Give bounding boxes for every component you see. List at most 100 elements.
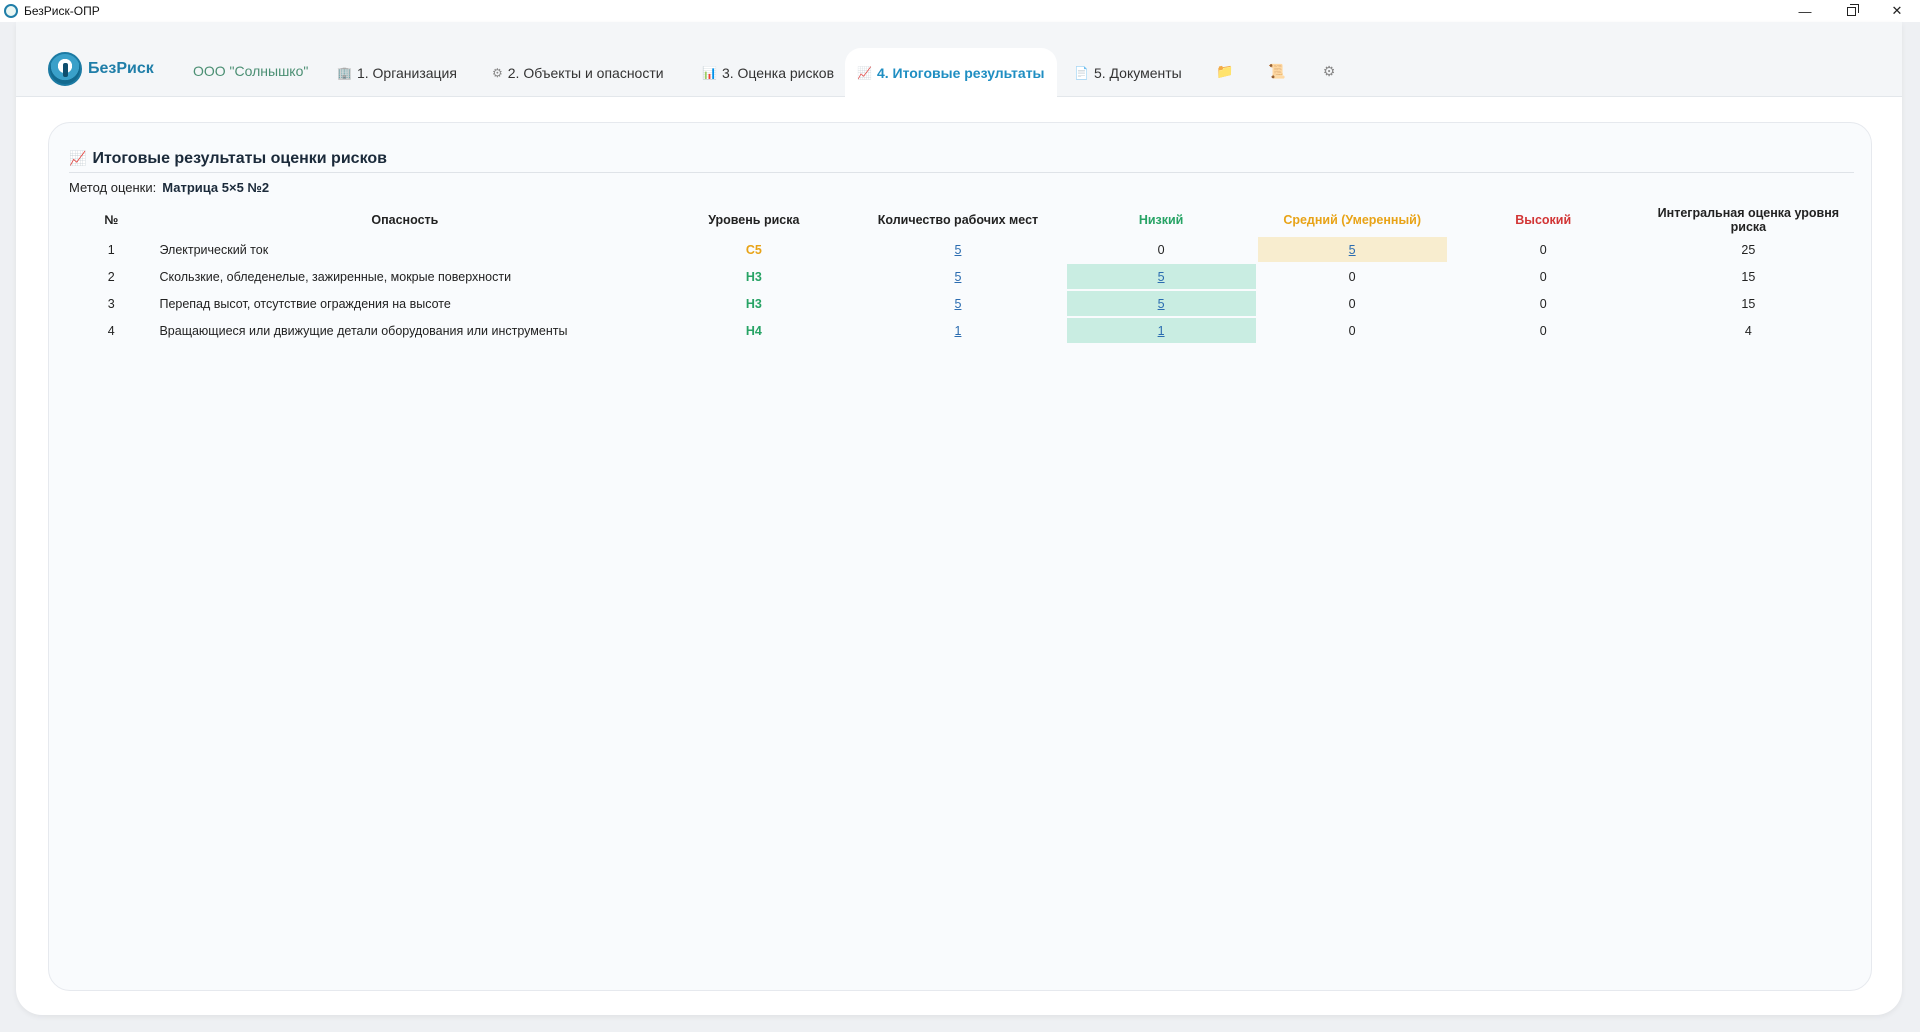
header-medium: Средний (Умеренный) xyxy=(1283,213,1421,227)
cell-risk-level: Н4 xyxy=(658,318,849,343)
scroll-icon: 📜 xyxy=(1268,62,1286,79)
trend-chart-icon: 📈 xyxy=(857,66,872,80)
header-num: № xyxy=(104,213,119,227)
folder-button[interactable]: 📁 xyxy=(1210,56,1240,86)
cell-high: 0 xyxy=(1539,296,1547,311)
bar-chart-icon: 📊 xyxy=(702,66,717,80)
header-high: Высокий xyxy=(1515,213,1572,227)
cell-workplaces: 5 xyxy=(851,264,1064,289)
cell-workplaces: 1 xyxy=(851,318,1064,343)
app-icon xyxy=(4,4,18,18)
cell-num: 4 xyxy=(107,323,115,338)
building-icon: 🏢 xyxy=(337,66,352,80)
workplaces-link[interactable]: 5 xyxy=(954,243,961,257)
table-row: 2 Скользкие, обледенелые, зажиренные, мо… xyxy=(71,264,1857,289)
top-navbar: БезРиск ООО "Солнышко" 🏢 1. Организация … xyxy=(16,22,1902,98)
low-count-link[interactable]: 1 xyxy=(1158,324,1165,338)
cell-num: 3 xyxy=(107,296,115,311)
results-panel: 📈 Итоговые результаты оценки рисков Мето… xyxy=(48,122,1872,991)
cell-low: 5 xyxy=(1066,291,1256,316)
tab-organization[interactable]: 🏢 1. Организация xyxy=(325,48,469,98)
risk-level-badge: Н3 xyxy=(745,296,762,311)
cell-high: 0 xyxy=(1539,242,1547,257)
cell-integral: 15 xyxy=(1741,296,1756,311)
cell-risk-level: С5 xyxy=(658,237,849,262)
tab-label: 1. Организация xyxy=(356,65,457,81)
cell-hazard: Перепад высот, отсутствие ограждения на … xyxy=(159,296,451,311)
low-count-link[interactable]: 5 xyxy=(1158,297,1165,311)
workplaces-link[interactable]: 5 xyxy=(954,297,961,311)
header-workplaces: Количество рабочих мест xyxy=(877,213,1039,227)
trend-chart-icon: 📈 xyxy=(69,150,87,166)
panel-header: 📈 Итоговые результаты оценки рисков xyxy=(69,145,1854,173)
maximize-button[interactable] xyxy=(1828,0,1874,22)
low-count-link[interactable]: 5 xyxy=(1158,270,1165,284)
method-label: Метод оценки: xyxy=(69,180,157,195)
tab-documents[interactable]: 📄 5. Документы xyxy=(1062,48,1194,98)
cell-hazard: Электрический ток xyxy=(159,242,269,257)
document-icon: 📄 xyxy=(1074,66,1089,80)
logo-text: БезРиск xyxy=(88,60,154,77)
medium-count-link[interactable]: 5 xyxy=(1349,243,1356,257)
cell-high: 0 xyxy=(1539,323,1547,338)
results-table: № Опасность Уровень риска Количество раб… xyxy=(69,203,1859,345)
header-hazard: Опасность xyxy=(371,213,439,227)
tab-label: 5. Документы xyxy=(1093,65,1182,81)
risk-level-badge: Н3 xyxy=(745,269,762,284)
tab-objects-hazards[interactable]: ⚙ 2. Объекты и опасности xyxy=(480,48,676,98)
table-row: 4 Вращающиеся или движущие детали оборуд… xyxy=(71,318,1857,343)
cell-integral: 4 xyxy=(1744,323,1752,338)
cell-medium: 0 xyxy=(1348,296,1356,311)
risk-level-badge: С5 xyxy=(745,242,762,257)
panel-title: Итоговые результаты оценки рисков xyxy=(92,149,387,167)
window-title: БезРиск-ОПР xyxy=(24,4,100,18)
cell-integral: 25 xyxy=(1741,242,1756,257)
cell-medium: 5 xyxy=(1257,237,1447,262)
folder-icon: 📁 xyxy=(1216,62,1234,79)
workplaces-link[interactable]: 5 xyxy=(954,270,961,284)
close-button[interactable]: ✕ xyxy=(1874,0,1920,22)
assessment-method: Метод оценки: Матрица 5×5 №2 xyxy=(69,180,269,195)
settings-button[interactable]: ⚙ xyxy=(1314,56,1344,86)
cell-low: 1 xyxy=(1066,318,1256,343)
workplaces-link[interactable]: 1 xyxy=(954,324,961,338)
header-integral: Интегральная оценка уровня риска xyxy=(1657,206,1840,234)
app-frame: БезРиск ООО "Солнышко" 🏢 1. Организация … xyxy=(16,22,1902,1015)
tab-risk-assessment[interactable]: 📊 3. Оценка рисков xyxy=(690,48,846,98)
restore-icon xyxy=(1846,3,1859,16)
scroll-button[interactable]: 📜 xyxy=(1262,56,1292,86)
organization-name[interactable]: ООО "Солнышко" xyxy=(193,63,308,79)
gear-icon: ⚙ xyxy=(492,66,503,80)
cell-low: 5 xyxy=(1066,264,1256,289)
tab-label: 4. Итоговые результаты xyxy=(876,65,1045,81)
logo-icon xyxy=(48,52,82,86)
cell-high: 0 xyxy=(1539,269,1547,284)
cell-risk-level: Н3 xyxy=(658,264,849,289)
header-low: Низкий xyxy=(1138,213,1184,227)
cell-hazard: Скользкие, обледенелые, зажиренные, мокр… xyxy=(159,269,512,284)
method-value: Матрица 5×5 №2 xyxy=(162,180,270,195)
cell-workplaces: 5 xyxy=(851,291,1064,316)
cell-medium: 0 xyxy=(1348,323,1356,338)
tab-label: 3. Оценка рисков xyxy=(721,65,835,81)
cell-integral: 15 xyxy=(1741,269,1756,284)
window-controls: — ✕ xyxy=(1782,0,1920,22)
gear-icon: ⚙ xyxy=(1322,62,1336,79)
risk-level-badge: Н4 xyxy=(745,323,762,338)
cell-risk-level: Н3 xyxy=(658,291,849,316)
cell-workplaces: 5 xyxy=(851,237,1064,262)
table-header-row: № Опасность Уровень риска Количество раб… xyxy=(71,205,1857,235)
header-risk-level: Уровень риска xyxy=(708,213,800,227)
table-row: 1 Электрический ток С5 5 0 5 0 25 xyxy=(71,237,1857,262)
table-row: 3 Перепад высот, отсутствие ограждения н… xyxy=(71,291,1857,316)
minimize-button[interactable]: — xyxy=(1782,0,1828,22)
cell-num: 2 xyxy=(107,269,115,284)
logo[interactable]: БезРиск xyxy=(48,52,154,86)
cell-num: 1 xyxy=(107,242,115,257)
cell-low: 0 xyxy=(1157,242,1165,257)
tab-final-results[interactable]: 📈 4. Итоговые результаты xyxy=(845,48,1057,98)
cell-hazard: Вращающиеся или движущие детали оборудов… xyxy=(159,323,568,338)
tab-label: 2. Объекты и опасности xyxy=(507,65,664,81)
cell-medium: 0 xyxy=(1348,269,1356,284)
title-bar: БезРиск-ОПР — ✕ xyxy=(0,0,1920,22)
